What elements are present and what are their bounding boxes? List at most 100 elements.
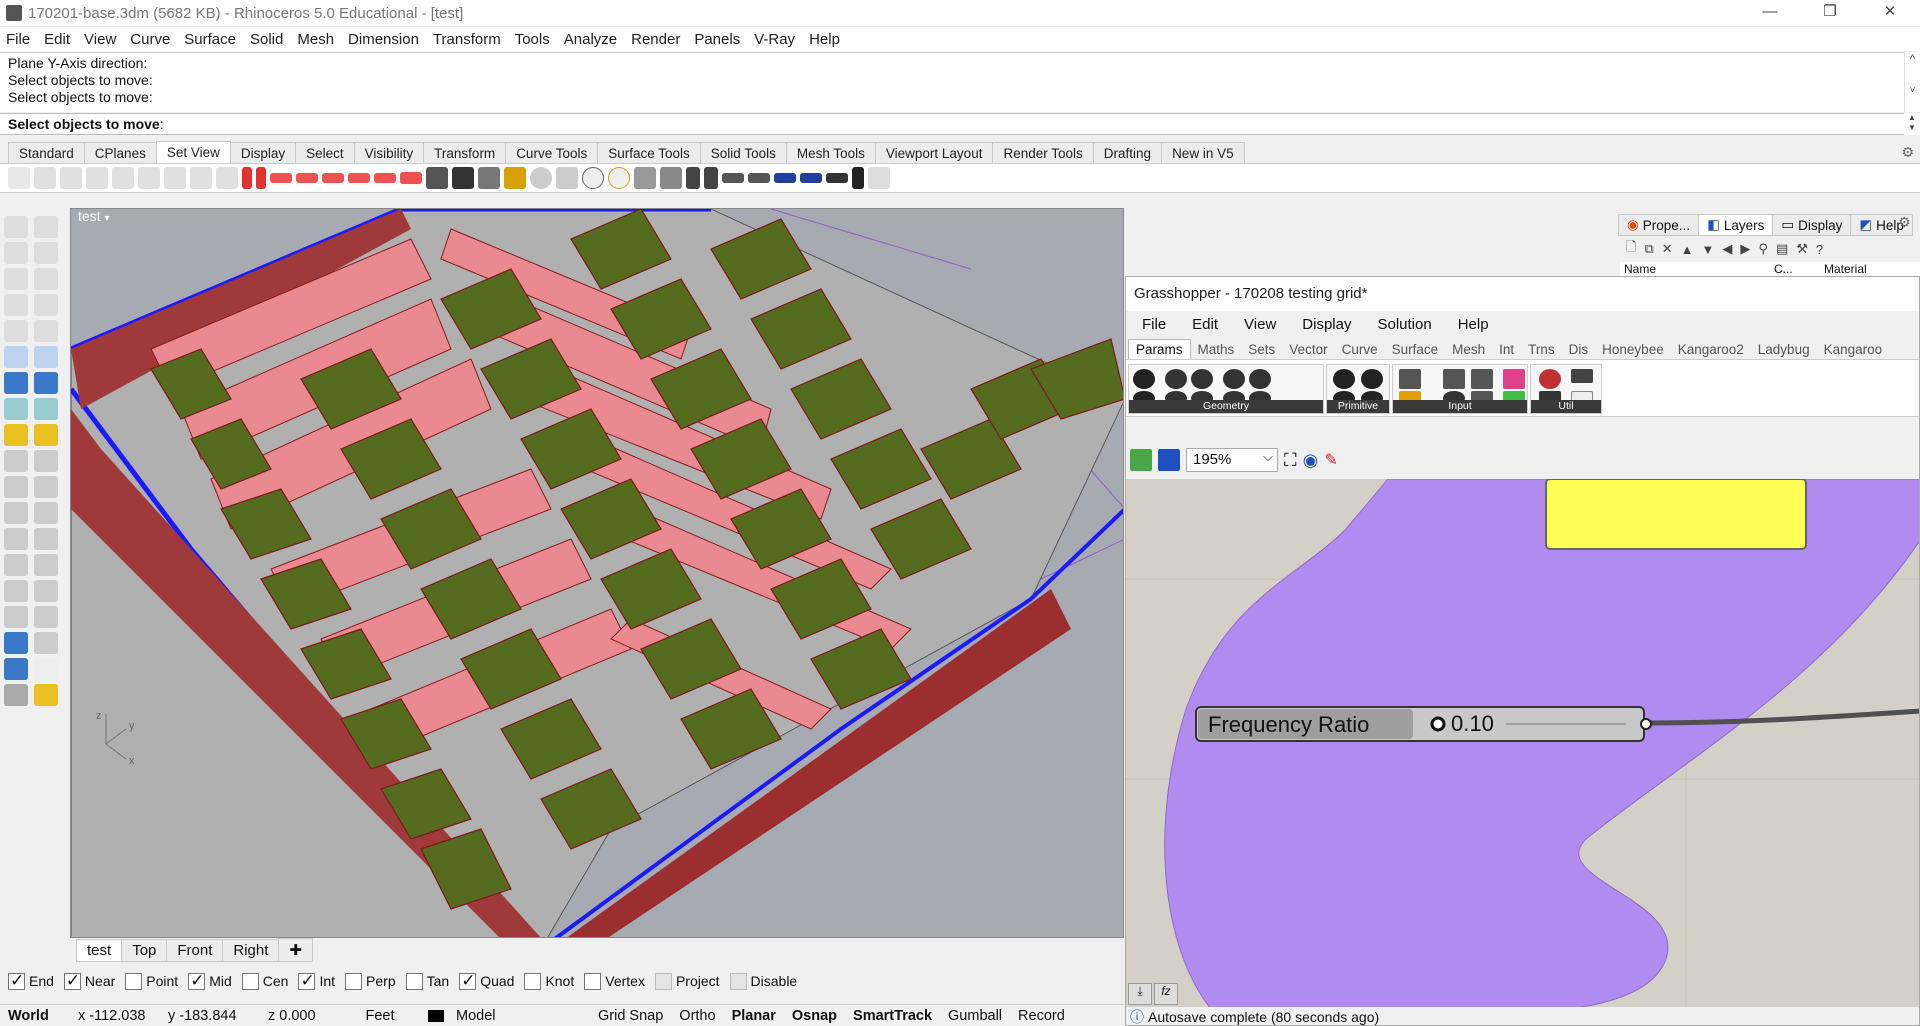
menu-transform[interactable]: Transform (433, 31, 501, 48)
gh-tab-ladybug[interactable]: Ladybug (1751, 340, 1817, 359)
record-history-toggle[interactable]: Record (1010, 1008, 1073, 1024)
walkabout-path-icon[interactable] (826, 173, 848, 183)
osnap-cen[interactable]: Cen (241, 972, 288, 990)
download-icon[interactable]: ⤓ (1128, 983, 1152, 1005)
help-icon[interactable]: ? (1816, 242, 1823, 257)
trim-icon[interactable] (4, 450, 28, 472)
tab-new-in-v5[interactable]: New in V5 (1161, 142, 1245, 163)
menu-dimension[interactable]: Dimension (348, 31, 419, 48)
scale-icon[interactable] (34, 528, 58, 550)
set-target-icon[interactable] (608, 167, 630, 189)
plane-right-icon[interactable] (774, 173, 796, 183)
menu-panels[interactable]: Panels (694, 31, 740, 48)
relay-icon[interactable] (1571, 369, 1593, 383)
new-layer-icon[interactable]: 🗋 (1626, 238, 1636, 260)
menu-help[interactable]: Help (809, 31, 840, 48)
tab-mesh-tools[interactable]: Mesh Tools (785, 142, 876, 163)
tab-transform[interactable]: Transform (423, 142, 507, 163)
triangle-icon[interactable] (4, 294, 28, 316)
zoom-out-icon[interactable] (190, 167, 212, 189)
select-arrow-icon[interactable] (4, 216, 28, 238)
tab-surface-tools[interactable]: Surface Tools (597, 142, 701, 163)
planar-toggle[interactable]: Planar (724, 1008, 784, 1024)
curve-param-icon[interactable] (1223, 369, 1245, 389)
car-perspective-icon[interactable] (400, 172, 422, 184)
restore-button[interactable]: ❐ (1805, 0, 1855, 26)
save-file-icon[interactable] (1158, 449, 1180, 471)
extrude-surface-icon[interactable] (34, 346, 58, 368)
circle-icon[interactable] (4, 268, 28, 290)
osnap-toggle[interactable]: Osnap (784, 1008, 845, 1024)
car-top-icon[interactable] (270, 173, 292, 183)
pan-icon[interactable] (8, 167, 30, 189)
properties-icon[interactable] (4, 658, 28, 680)
zoom-window-icon[interactable] (60, 167, 82, 189)
smarttrack-toggle[interactable]: SmartTrack (845, 1008, 940, 1024)
panel-tab-properties[interactable]: ◉ Prope... (1618, 214, 1700, 236)
panel-tab-layers[interactable]: ◧ Layers (1698, 214, 1774, 236)
gh-menu-help[interactable]: Help (1458, 316, 1489, 333)
cherry-picker-icon[interactable] (1539, 369, 1561, 389)
move-icon[interactable] (34, 502, 58, 524)
gh-tab-curve[interactable]: Curve (1335, 340, 1385, 359)
grasshopper-canvas[interactable]: Frequency Ratio 0.10 (1126, 479, 1919, 1015)
tab-curve-tools[interactable]: Curve Tools (505, 142, 599, 163)
gh-tab-kangaroo[interactable]: Kangaroo (1817, 340, 1890, 359)
points-on-icon[interactable] (34, 476, 58, 498)
menu-analyze[interactable]: Analyze (564, 31, 617, 48)
lens-icon[interactable] (556, 167, 578, 189)
point-param-icon[interactable] (1165, 369, 1187, 389)
geometry-param-icon[interactable] (1133, 369, 1155, 389)
open-file-icon[interactable] (1130, 449, 1152, 471)
array-icon[interactable] (4, 554, 28, 576)
close-button[interactable]: ✕ (1865, 0, 1915, 26)
gh-tab-dis[interactable]: Dis (1562, 340, 1596, 359)
plane-perspective-icon[interactable] (800, 173, 822, 183)
drafting-icon[interactable] (34, 684, 58, 706)
panel-gear-icon[interactable]: ⚙ (1898, 214, 1911, 231)
menu-render[interactable]: Render (631, 31, 680, 48)
menu-vray[interactable]: V-Ray (754, 31, 795, 48)
zoom-dynamic-icon[interactable] (138, 167, 160, 189)
gh-tab-honeybee[interactable]: Honeybee (1595, 340, 1671, 359)
orient-icon[interactable] (34, 554, 58, 576)
target-icon[interactable] (582, 167, 604, 189)
point-icon[interactable] (34, 216, 58, 238)
boolean-param-icon[interactable] (1333, 369, 1355, 389)
place-camera-icon[interactable] (478, 167, 500, 189)
grid-array-icon[interactable] (4, 606, 28, 628)
osnap-end[interactable]: End (8, 971, 54, 991)
tab-viewport-layout[interactable]: Viewport Layout (874, 142, 994, 163)
gh-menu-solution[interactable]: Solution (1377, 316, 1431, 333)
analyze-icon[interactable] (34, 580, 58, 602)
list-icon[interactable]: ▤ (1776, 241, 1788, 257)
gh-menu-file[interactable]: File (1142, 316, 1166, 333)
osnap-perp[interactable]: Perp (345, 972, 396, 990)
panel-input-icon[interactable] (1399, 369, 1421, 389)
gh-tab-mesh[interactable]: Mesh (1445, 340, 1492, 359)
perspective-match-icon[interactable] (530, 167, 552, 189)
tab-display[interactable]: Display (229, 142, 297, 163)
polyline-icon[interactable] (4, 242, 28, 264)
sketch-pen-icon[interactable]: ✎ (1324, 450, 1337, 470)
elevation-icon[interactable] (704, 167, 718, 189)
polygon-icon[interactable] (4, 320, 28, 342)
gh-menu-edit[interactable]: Edit (1192, 316, 1218, 333)
camera-icon[interactable] (426, 167, 448, 189)
text-icon[interactable] (4, 528, 28, 550)
viewport-tab-right[interactable]: Right (222, 938, 280, 962)
zoom-extents-icon[interactable] (86, 167, 108, 189)
plane-top-icon[interactable] (722, 173, 744, 183)
car-left-icon[interactable] (374, 173, 396, 183)
gh-tab-surface[interactable]: Surface (1385, 340, 1446, 359)
car-right-icon[interactable] (322, 173, 344, 183)
cplane-indicator[interactable]: World (0, 1008, 70, 1024)
menu-edit[interactable]: Edit (44, 31, 70, 48)
menu-surface[interactable]: Surface (184, 31, 236, 48)
viewport-tab-top[interactable]: Top (121, 938, 168, 962)
zoom-extents-icon[interactable]: ⛶ (1284, 450, 1297, 471)
gh-tab-sets[interactable]: Sets (1241, 340, 1282, 359)
osnap-int[interactable]: Int (298, 971, 335, 991)
menu-solid[interactable]: Solid (250, 31, 283, 48)
hatch-icon[interactable] (34, 632, 58, 654)
